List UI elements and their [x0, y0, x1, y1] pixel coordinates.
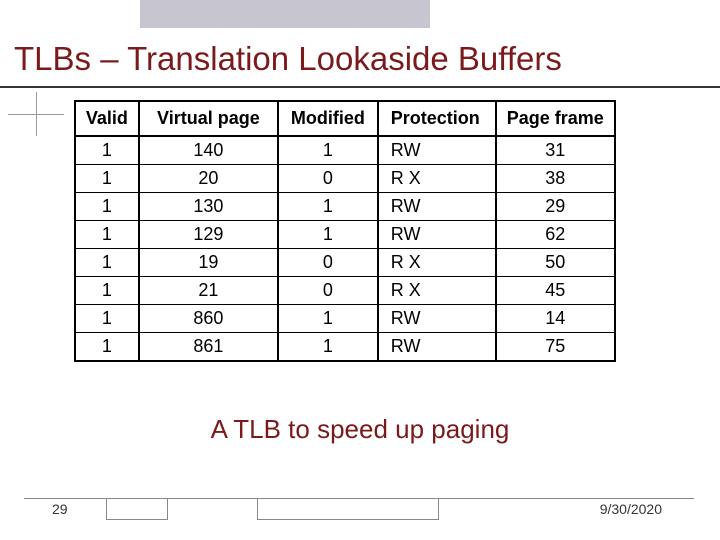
table-header-row: Valid Virtual page Modified Protection P… — [75, 101, 615, 136]
tlb-table: Valid Virtual page Modified Protection P… — [74, 100, 616, 362]
cell-valid: 1 — [75, 333, 139, 362]
cell-protection: RW — [378, 136, 496, 165]
cell-valid: 1 — [75, 165, 139, 193]
cell-page-frame: 14 — [496, 305, 615, 333]
cell-valid: 1 — [75, 305, 139, 333]
table-row: 18601RW14 — [75, 305, 615, 333]
top-bar — [0, 0, 720, 28]
th-modified: Modified — [278, 101, 378, 136]
th-protection: Protection — [378, 101, 496, 136]
th-virtual-page: Virtual page — [139, 101, 278, 136]
cell-modified: 1 — [278, 193, 378, 221]
cell-modified: 1 — [278, 136, 378, 165]
top-grey-block — [140, 0, 430, 28]
th-valid: Valid — [75, 101, 139, 136]
slide-title: TLBs – Translation Lookaside Buffers — [14, 40, 714, 78]
cell-page-frame: 29 — [496, 193, 615, 221]
footer-box-left — [106, 498, 168, 520]
slide-caption: A TLB to speed up paging — [0, 414, 720, 445]
cell-protection: RW — [378, 221, 496, 249]
table-row: 11291RW62 — [75, 221, 615, 249]
cell-virtual-page: 21 — [139, 277, 278, 305]
cell-protection: RW — [378, 193, 496, 221]
cell-modified: 1 — [278, 221, 378, 249]
table-row: 11401RW31 — [75, 136, 615, 165]
footer-box-right — [257, 498, 439, 520]
cell-page-frame: 45 — [496, 277, 615, 305]
table-row: 1200R X38 — [75, 165, 615, 193]
cell-valid: 1 — [75, 136, 139, 165]
cell-modified: 0 — [278, 277, 378, 305]
crosshair-vertical — [36, 92, 37, 136]
cell-page-frame: 31 — [496, 136, 615, 165]
table-row: 11301RW29 — [75, 193, 615, 221]
cell-valid: 1 — [75, 277, 139, 305]
cell-modified: 0 — [278, 165, 378, 193]
cell-virtual-page: 860 — [139, 305, 278, 333]
slide: TLBs – Translation Lookaside Buffers Val… — [0, 0, 720, 540]
cell-valid: 1 — [75, 249, 139, 277]
slide-number: 29 — [52, 501, 68, 517]
cell-valid: 1 — [75, 221, 139, 249]
cell-page-frame: 62 — [496, 221, 615, 249]
cell-page-frame: 50 — [496, 249, 615, 277]
cell-modified: 0 — [278, 249, 378, 277]
cell-modified: 1 — [278, 305, 378, 333]
cell-protection: R X — [378, 249, 496, 277]
cell-valid: 1 — [75, 193, 139, 221]
table-row: 1190R X50 — [75, 249, 615, 277]
table-row: 1210R X45 — [75, 277, 615, 305]
cell-protection: R X — [378, 277, 496, 305]
cell-page-frame: 38 — [496, 165, 615, 193]
cell-protection: RW — [378, 333, 496, 362]
cell-virtual-page: 129 — [139, 221, 278, 249]
cell-modified: 1 — [278, 333, 378, 362]
cell-virtual-page: 20 — [139, 165, 278, 193]
cell-virtual-page: 140 — [139, 136, 278, 165]
cell-protection: R X — [378, 165, 496, 193]
cell-page-frame: 75 — [496, 333, 615, 362]
title-underline — [0, 86, 720, 88]
tlb-table-wrap: Valid Virtual page Modified Protection P… — [74, 100, 616, 362]
cell-virtual-page: 861 — [139, 333, 278, 362]
cell-virtual-page: 19 — [139, 249, 278, 277]
slide-date: 9/30/2020 — [600, 501, 662, 517]
cell-protection: RW — [378, 305, 496, 333]
th-page-frame: Page frame — [496, 101, 615, 136]
table-row: 18611RW75 — [75, 333, 615, 362]
cell-virtual-page: 130 — [139, 193, 278, 221]
